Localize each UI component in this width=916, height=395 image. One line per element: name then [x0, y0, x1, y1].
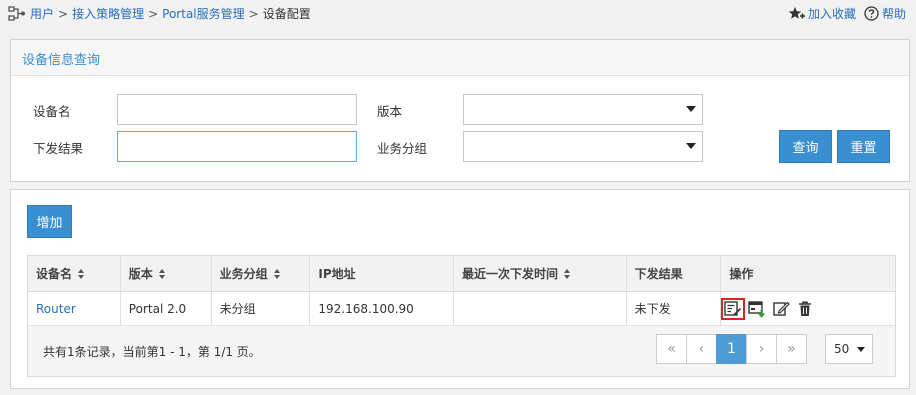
sort-icon: [273, 268, 280, 279]
column-header-actions: 操作: [721, 256, 895, 291]
cell-actions: [721, 292, 895, 325]
column-header-device-name[interactable]: 设备名: [28, 256, 121, 291]
help-link[interactable]: 帮助: [864, 5, 906, 22]
column-header-label: 最近一次下发时间: [462, 267, 559, 281]
breadcrumb-separator: >: [58, 6, 69, 21]
version-select[interactable]: [463, 94, 703, 125]
page-number-button[interactable]: 1: [716, 334, 747, 364]
sort-icon: [564, 268, 571, 279]
edit-icon: [773, 301, 790, 316]
add-device-button[interactable]: 增加: [27, 205, 72, 238]
column-header-last-deploy-time[interactable]: 最近一次下发时间: [454, 256, 627, 291]
search-button[interactable]: 查询: [779, 130, 832, 163]
breadcrumb-separator: >: [248, 6, 259, 21]
prev-page-button[interactable]: ‹: [686, 334, 717, 364]
column-header-group[interactable]: 业务分组: [212, 256, 311, 291]
cell-ip: 192.168.100.90: [310, 292, 455, 325]
star-plus-icon: [788, 6, 805, 19]
column-header-label: IP地址: [318, 267, 356, 281]
cell-version: Portal 2.0: [121, 292, 212, 325]
deploy-config-icon: [724, 300, 742, 316]
table-footer: 共有1条记录，当前第1 - 1，第 1/1 页。 « ‹ 1 › » 50: [28, 326, 895, 376]
column-header-version[interactable]: 版本: [121, 256, 212, 291]
top-bar: 用户 > 接入策略管理 > Portal服务管理 > 设备配置 加入收藏 帮助: [0, 0, 916, 28]
dropdown-arrow-icon: [857, 347, 865, 352]
column-header-ip: IP地址: [310, 256, 455, 291]
first-page-button[interactable]: «: [656, 334, 687, 364]
device-name-label: 设备名: [33, 104, 71, 119]
dropdown-arrow-icon: [686, 143, 696, 149]
column-header-label: 业务分组: [219, 267, 268, 281]
row-actions: [721, 297, 817, 320]
breadcrumb-current: 设备配置: [262, 7, 311, 21]
device-list-panel: 增加 设备名 版本 业务分组 IP地址 最近一次下发时间 下发结果 操作 Rou…: [10, 189, 910, 389]
record-summary: 共有1条记录，当前第1 - 1，第 1/1 页。: [43, 345, 261, 359]
result-label: 下发结果: [33, 141, 84, 156]
pagination: « ‹ 1 › »: [656, 334, 807, 364]
device-name-input[interactable]: [117, 94, 357, 125]
help-label: 帮助: [881, 7, 906, 21]
next-page-button[interactable]: ›: [746, 334, 777, 364]
cell-result: 未下发: [627, 292, 722, 325]
breadcrumb-item-portal-service[interactable]: Portal服务管理: [162, 5, 244, 22]
deploy-device-icon: [748, 300, 766, 318]
deploy-config-button[interactable]: [721, 297, 746, 320]
column-header-label: 版本: [128, 267, 153, 281]
breadcrumb-item-access-policy[interactable]: 接入策略管理: [72, 5, 144, 22]
query-panel-title: 设备信息查询: [11, 40, 909, 76]
reset-button[interactable]: 重置: [837, 130, 890, 163]
dropdown-arrow-icon: [686, 106, 696, 112]
query-panel: 设备信息查询 设备名 版本 下发结果 业务分组 查询 重置: [10, 39, 910, 182]
add-favorite-label: 加入收藏: [807, 7, 856, 21]
column-header-label: 下发结果: [634, 267, 683, 281]
sort-icon: [158, 268, 165, 279]
column-header-label: 设备名: [36, 267, 73, 281]
last-page-button[interactable]: »: [776, 334, 807, 364]
breadcrumb-item-user[interactable]: 用户: [30, 5, 54, 22]
cell-last-deploy-time: [454, 292, 627, 325]
add-favorite-link[interactable]: 加入收藏: [788, 5, 856, 22]
result-input[interactable]: [117, 131, 357, 162]
device-table: 设备名 版本 业务分组 IP地址 最近一次下发时间 下发结果 操作 Router…: [27, 255, 896, 377]
breadcrumb-separator: >: [148, 6, 159, 21]
cell-group: 未分组: [212, 292, 311, 325]
device-name-link[interactable]: Router: [36, 302, 76, 316]
network-icon: [8, 5, 25, 21]
help-icon: [864, 6, 879, 21]
top-actions: 加入收藏 帮助: [780, 5, 906, 22]
page-size-value: 50: [834, 342, 850, 356]
table-header-row: 设备名 版本 业务分组 IP地址 最近一次下发时间 下发结果 操作: [28, 256, 895, 292]
sort-icon: [78, 268, 85, 279]
edit-button[interactable]: [769, 298, 793, 320]
group-label: 业务分组: [377, 141, 428, 156]
table-row: Router Portal 2.0 未分组 192.168.100.90 未下发: [28, 292, 895, 326]
breadcrumb: 用户 > 接入策略管理 > Portal服务管理 > 设备配置: [8, 5, 311, 22]
page-size-select[interactable]: 50: [825, 334, 873, 364]
delete-icon: [799, 300, 812, 316]
delete-button[interactable]: [793, 298, 817, 320]
column-header-label: 操作: [729, 267, 754, 281]
deploy-device-button[interactable]: [745, 298, 769, 320]
column-header-result: 下发结果: [627, 256, 722, 291]
cell-device-name: Router: [28, 292, 121, 325]
group-select[interactable]: [463, 131, 703, 162]
version-label: 版本: [377, 104, 403, 119]
